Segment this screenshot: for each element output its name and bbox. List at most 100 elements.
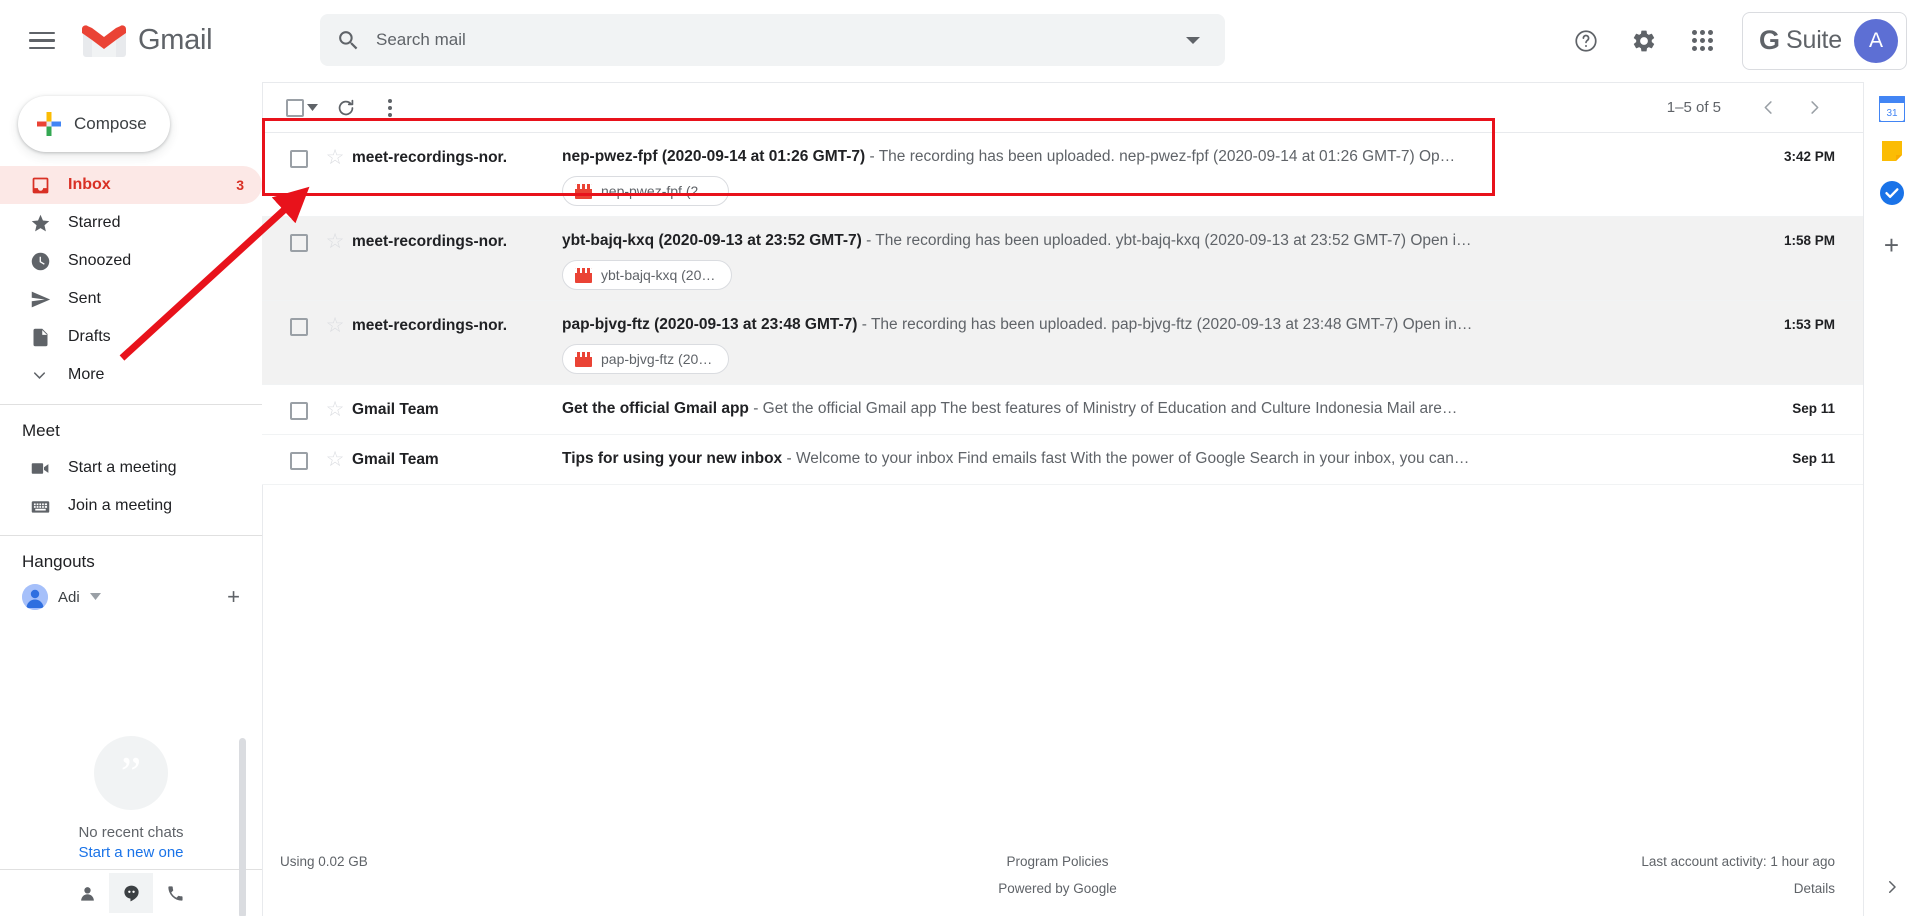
sidebar-item-more[interactable]: More: [0, 356, 262, 394]
footer: Using 0.02 GB Program Policies Powered b…: [262, 854, 1863, 916]
keep-icon[interactable]: [1879, 138, 1905, 164]
star-icon[interactable]: ☆: [318, 301, 352, 336]
row-snippet: - Welcome to your inbox Find emails fast…: [786, 450, 1470, 467]
hangouts-user[interactable]: Adi +: [0, 580, 262, 610]
app-body: Compose Inbox 3 Starred Snoozed Sent Dra…: [0, 82, 1919, 916]
start-new-chat-link[interactable]: Start a new one: [78, 844, 183, 861]
hangouts-icon[interactable]: [109, 873, 153, 913]
gmail-logo[interactable]: Gmail: [82, 24, 213, 58]
right-side-panel: 31 +: [1863, 82, 1919, 916]
no-recent-chats-text: No recent chats: [78, 824, 184, 841]
search-icon[interactable]: [320, 14, 376, 66]
header-actions: G Suite A: [1560, 11, 1919, 70]
row-subject-line: Tips for using your new inbox - Welcome …: [562, 450, 1743, 468]
clock-icon: [30, 251, 68, 272]
row-date: Sep 11: [1792, 451, 1835, 466]
phone-icon[interactable]: [153, 873, 197, 913]
row-checkbox[interactable]: [280, 385, 318, 420]
video-file-icon: [575, 183, 592, 199]
checkbox-icon[interactable]: [290, 318, 308, 336]
inbox-unread-count: 3: [236, 177, 244, 193]
row-subject: Tips for using your new inbox: [562, 450, 783, 467]
attachment-chips: ybt-bajq-kxq (20…: [562, 260, 1743, 290]
add-app-icon[interactable]: +: [1884, 232, 1899, 258]
row-snippet: - Get the official Gmail app The best fe…: [753, 400, 1458, 417]
row-checkbox[interactable]: [280, 217, 318, 252]
checkbox-icon[interactable]: [290, 234, 308, 252]
sidebar-item-label: More: [68, 366, 105, 383]
sidebar-item-label: Snoozed: [68, 252, 132, 269]
row-checkbox[interactable]: [280, 133, 318, 168]
send-icon: [30, 289, 68, 310]
table-row[interactable]: ☆ Gmail Team Tips for using your new inbox…: [262, 435, 1863, 485]
sidebar-item-start-meeting[interactable]: Start a meeting: [0, 449, 262, 487]
meet-section-title: Meet: [22, 421, 60, 440]
details-link[interactable]: Details: [1794, 881, 1835, 896]
checkbox-icon[interactable]: [290, 150, 308, 168]
hamburger-icon[interactable]: [14, 13, 70, 69]
gmail-app: Gmail Search mail G Suite A Compose Inbo…: [0, 0, 1919, 916]
sidebar-item-label: Drafts: [68, 328, 111, 345]
gsuite-account-button[interactable]: G Suite A: [1742, 11, 1907, 70]
attachment-chip[interactable]: ybt-bajq-kxq (20…: [562, 260, 733, 290]
row-sender: meet-recordings-nor.: [352, 149, 508, 166]
chevron-down-icon[interactable]: [1169, 16, 1217, 64]
row-checkbox[interactable]: [280, 435, 318, 470]
caret-down-icon[interactable]: [89, 588, 101, 606]
checkbox-icon[interactable]: [290, 402, 308, 420]
chevron-right-icon[interactable]: [1883, 878, 1901, 902]
star-icon[interactable]: ☆: [318, 133, 352, 168]
search-bar[interactable]: [320, 14, 1225, 66]
sidebar-item-starred[interactable]: Starred: [0, 204, 262, 242]
row-content: Get the official Gmail app - Get the off…: [562, 385, 1743, 428]
help-icon[interactable]: [1560, 15, 1612, 67]
row-checkbox[interactable]: [280, 301, 318, 336]
compose-label: Compose: [74, 114, 147, 133]
list-toolbar: 1–5 of 5: [262, 82, 1863, 132]
table-row[interactable]: ☆ meet-recordings-nor. pap-bjvg-ftz (2020-…: [262, 301, 1863, 385]
video-file-icon: [575, 267, 592, 283]
last-account-activity: Last account activity: 1 hour ago: [1641, 854, 1835, 869]
sidebar-item-drafts[interactable]: Drafts: [0, 318, 262, 356]
sidebar-item-join-meeting[interactable]: Join a meeting: [0, 487, 262, 525]
select-all-checkbox[interactable]: [280, 93, 324, 123]
caret-down-icon[interactable]: [307, 99, 318, 117]
star-icon: [30, 213, 68, 234]
attachment-chip[interactable]: nep-pwez-fpf (2…: [562, 176, 730, 206]
search-input[interactable]: [376, 16, 1169, 64]
program-policies-link[interactable]: Program Policies: [793, 854, 1322, 869]
video-camera-icon: [30, 458, 68, 479]
table-row[interactable]: ☆ meet-recordings-nor. ybt-bajq-kxq (2020-…: [262, 217, 1863, 301]
star-icon[interactable]: ☆: [318, 217, 352, 252]
star-icon[interactable]: ☆: [318, 385, 352, 420]
plus-icon[interactable]: +: [227, 586, 240, 608]
powered-by-google: Powered by Google: [998, 881, 1117, 896]
calendar-icon[interactable]: 31: [1878, 96, 1905, 122]
gear-icon[interactable]: [1618, 15, 1670, 67]
avatar[interactable]: A: [1854, 18, 1898, 63]
checkbox-icon[interactable]: [290, 452, 308, 470]
contacts-icon[interactable]: [65, 873, 109, 913]
hangouts-scrollbar[interactable]: [239, 738, 246, 916]
row-content: ybt-bajq-kxq (2020-09-13 at 23:52 GMT-7)…: [562, 217, 1743, 300]
table-row[interactable]: ☆ meet-recordings-nor. nep-pwez-fpf (2020-…: [262, 133, 1863, 217]
table-row[interactable]: ☆ Gmail Team Get the official Gmail app - …: [262, 385, 1863, 435]
sidebar-item-label: Inbox: [68, 176, 111, 193]
sidebar-item-sent[interactable]: Sent: [0, 280, 262, 318]
compose-button[interactable]: Compose: [18, 96, 170, 152]
attachment-chips: nep-pwez-fpf (2…: [562, 176, 1743, 206]
apps-grid-icon[interactable]: [1676, 15, 1728, 67]
kebab-menu-icon[interactable]: [368, 86, 412, 130]
sidebar-item-snoozed[interactable]: Snoozed: [0, 242, 262, 280]
attachment-chip[interactable]: pap-bjvg-ftz (20…: [562, 344, 730, 374]
row-subject-line: Get the official Gmail app - Get the off…: [562, 400, 1743, 418]
inbox-icon: [30, 175, 68, 196]
chevron-left-icon[interactable]: [1747, 87, 1789, 129]
tasks-icon[interactable]: [1879, 180, 1905, 206]
checkbox-icon[interactable]: [286, 98, 304, 117]
gmail-logo-text: Gmail: [138, 24, 213, 56]
sidebar-item-inbox[interactable]: Inbox 3: [0, 166, 262, 204]
star-icon[interactable]: ☆: [318, 435, 352, 470]
refresh-icon[interactable]: [324, 86, 368, 130]
chevron-right-icon[interactable]: [1793, 87, 1835, 129]
